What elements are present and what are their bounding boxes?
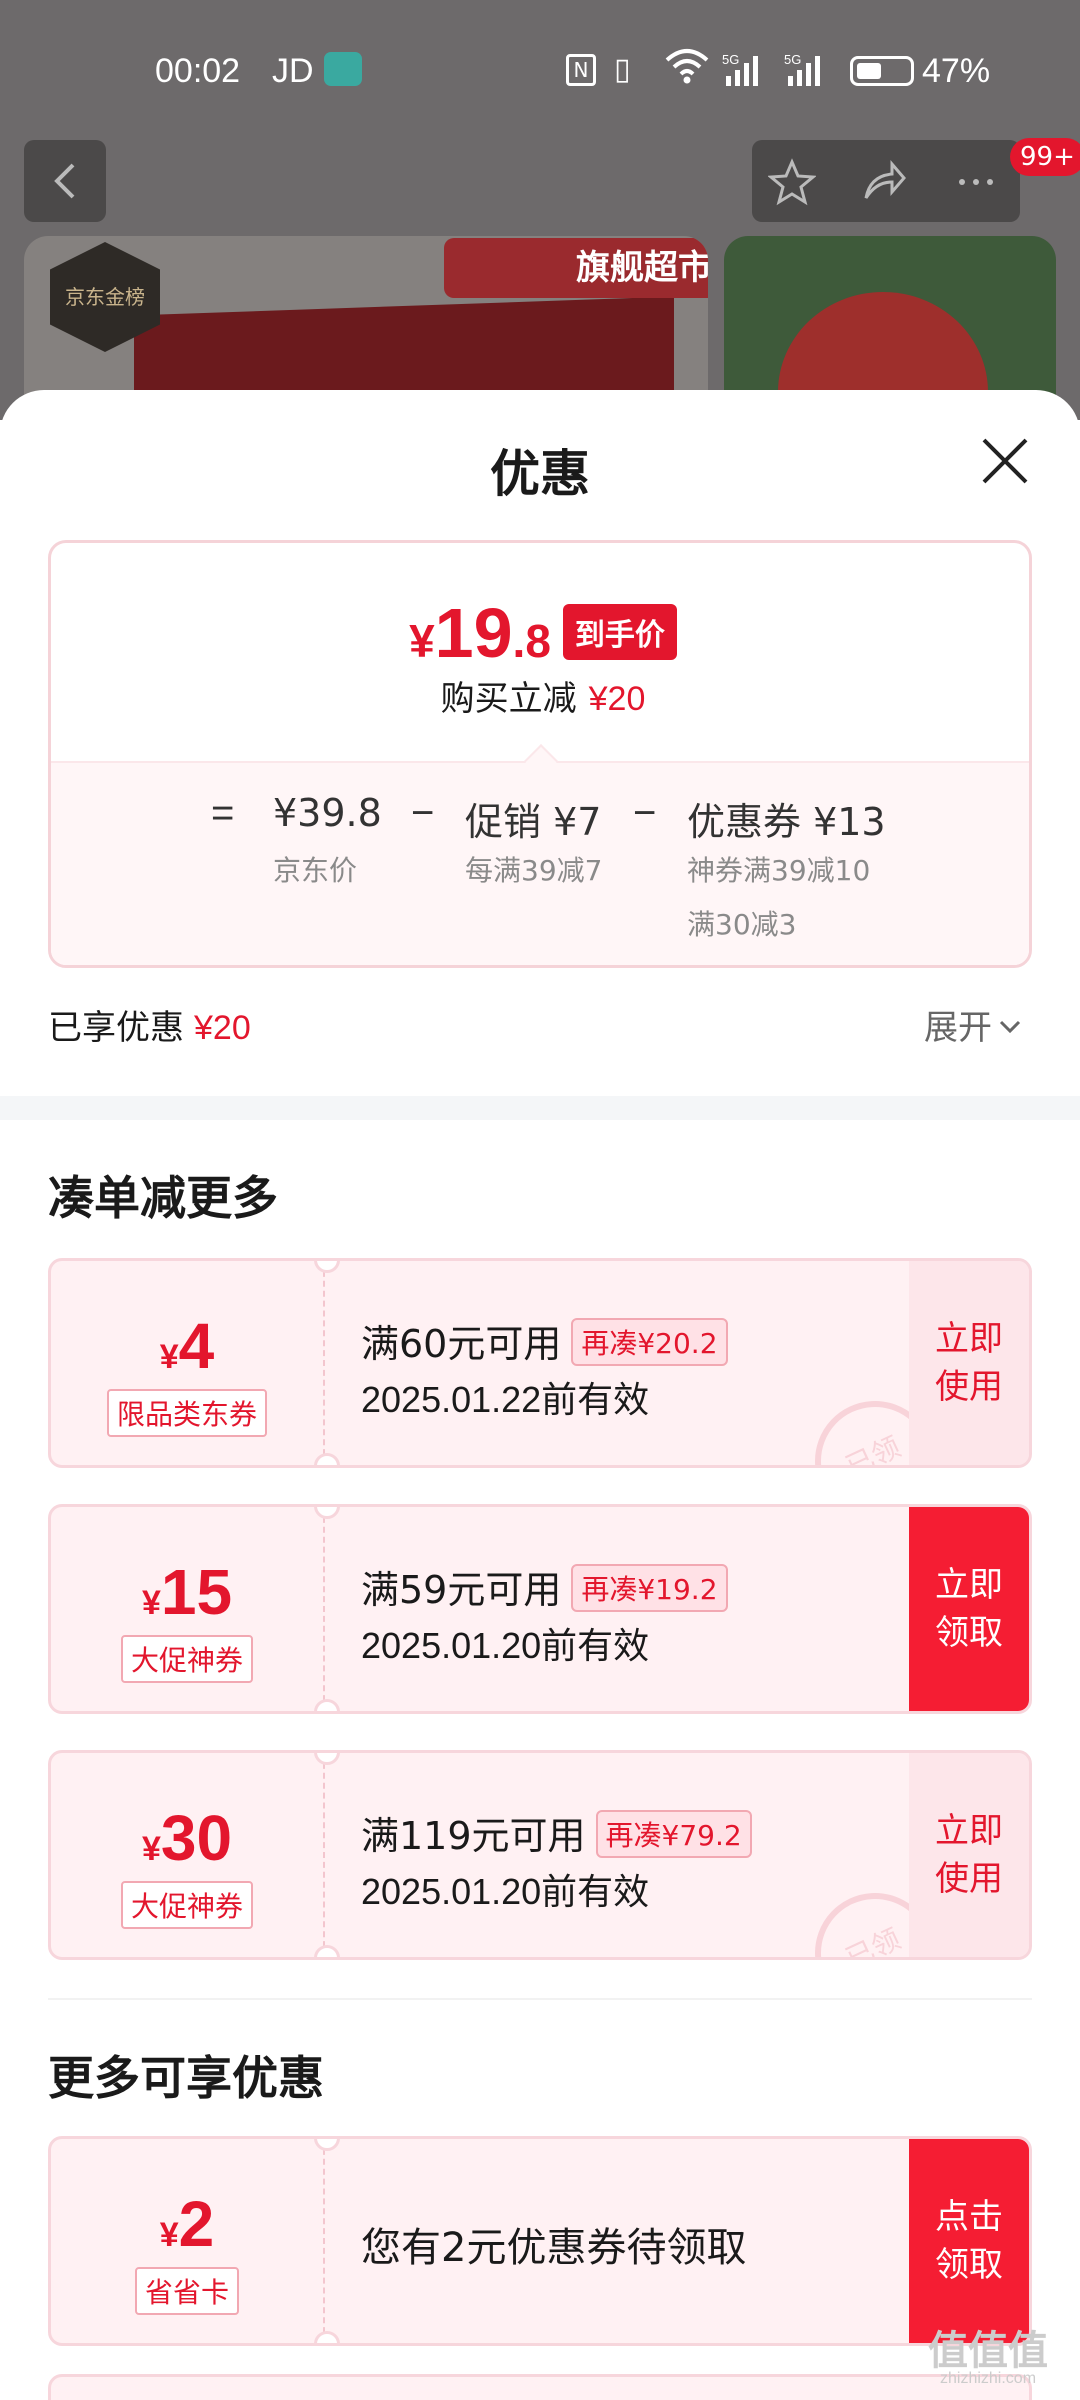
close-icon[interactable] [978,434,1032,488]
coupon-validity: 2025.01.20前有效 [361,1871,650,1912]
enjoyed-label: 已享优惠 [48,1008,184,1048]
final-price: ¥19.8 到手价 [51,593,1029,673]
coupon-type: 省省卡 [134,2267,239,2315]
coupon-separator [314,1261,340,1465]
expand-button[interactable]: 展开 [924,1000,1022,1049]
vibrate-icon: ▯ [614,52,631,87]
coupon-discount: 优惠券 ¥13 [687,800,886,844]
flagship-store-tag: 旗舰超市 [444,238,708,298]
coupon-condition: 满60元可用 [361,1322,562,1366]
product-page-background: 00:02 JD N ▯ 5G 5G 47% 99+ 京东金榜 旗舰超市 [0,0,1080,420]
price-breakdown: = ¥39.8 京东价 − 促销 ¥7 每满39减7 − 优惠券 ¥13 神券满… [51,761,1029,965]
instant-discount: 购买立减 ¥20 [51,671,1029,720]
promo-discount: 促销 ¥7 [465,800,602,844]
coupon-currency: ¥ [141,1830,161,1868]
watermark-url: zhizhizhi.com [940,2370,1037,2387]
coupon-type: 大促神券 [120,1881,253,1929]
final-price-tag: 到手价 [562,604,677,660]
instant-discount-amount: ¥20 [588,680,646,718]
price-currency: ¥ [409,615,435,667]
price-summary-card: ¥19.8 到手价 购买立减 ¥20 = ¥39.8 京东价 − 促销 ¥7 每满3… [48,540,1032,968]
battery-percentage: 47% [922,52,991,90]
minus-sign: − [411,791,435,835]
enjoyed-amount: ¥20 [194,1009,251,1047]
status-time: 00:02 [155,52,241,90]
equals-sign: = [211,791,235,835]
more-icon[interactable] [952,158,1000,206]
message-badge: 99+ [1010,138,1080,176]
saver-card-text: 您有2元优惠券待领取 [361,2225,747,2271]
nfc-icon: N [566,54,596,86]
instant-discount-label: 购买立减 [440,679,577,719]
coupon-amount: 15 [160,1556,233,1628]
back-button[interactable] [24,140,106,222]
use-now-button[interactable]: 立即 使用 [909,1261,1029,1465]
use-now-button[interactable]: 立即 使用 [909,1753,1029,1957]
coupon-amount: 2 [178,2188,215,2260]
discount-sheet: 优惠 ¥19.8 到手价 购买立减 ¥20 = ¥39.8 京东价 − 促销 ¥7 … [0,390,1080,2400]
enjoyed-discount: 已享优惠 ¥20 [48,1000,251,1049]
coupon-more-needed: 再凑¥19.2 [571,1564,728,1612]
coupon-left: ¥30 大促神券 [51,1753,323,1957]
star-icon[interactable] [768,158,816,206]
coupon-left: ¥2 省省卡 [51,2139,323,2343]
coupon-card[interactable]: ¥30 大促神券 满119元可用 再凑¥79.2 2025.01.20前有效 已领… [48,1750,1032,1960]
signal-5g-icon: 5G [722,52,758,86]
section-divider-thin [48,1998,1032,2000]
section-title-more-savings: 凑单减更多 [48,1171,278,1225]
coupon-separator [314,1753,340,1957]
chevron-left-icon [54,163,75,199]
coupon-type: 限品类东券 [106,1389,267,1437]
price-integer: 19 [434,594,513,672]
coupon-validity: 2025.01.22前有效 [361,1379,650,1420]
chevron-down-icon [999,1020,1021,1034]
jd-price-label: 京东价 [273,854,358,887]
status-carrier: JD [272,52,314,90]
saver-card-coupon[interactable]: ¥2 省省卡 您有2元优惠券待领取 点击 领取 [48,2136,1032,2346]
coupon-amount: 4 [178,1310,215,1382]
coupon-separator [314,2139,340,2343]
battery-icon [850,56,914,86]
coupon-card-partial[interactable] [48,2374,1032,2400]
coupon-discount-desc: 神券满39减10 [687,854,871,887]
claim-now-button[interactable]: 立即 领取 [909,1507,1029,1711]
section-title-extra-offers: 更多可享优惠 [48,2051,324,2105]
coupon-currency: ¥ [141,1584,161,1622]
coupon-validity: 2025.01.20前有效 [361,1625,650,1666]
jd-price: ¥39.8 [273,791,382,835]
coupon-currency: ¥ [159,2216,179,2254]
coupon-condition: 满119元可用 [361,1814,586,1858]
coupon-left: ¥4 限品类东券 [51,1261,323,1465]
coupon-amount: 30 [160,1802,233,1874]
coupon-more-needed: 再凑¥79.2 [595,1810,752,1858]
promo-discount-desc: 每满39减7 [465,854,603,887]
share-icon[interactable] [860,158,908,206]
wifi-icon [665,49,709,84]
section-divider [0,1096,1080,1120]
header-actions [752,140,1020,222]
coupon-left: ¥15 大促神券 [51,1507,323,1711]
status-bar: 00:02 JD N ▯ 5G 5G 47% [0,40,1080,110]
coupon-card[interactable]: ¥15 大促神券 满59元可用 再凑¥19.2 2025.01.20前有效 立即 … [48,1504,1032,1714]
svg-text:5G: 5G [722,52,739,67]
coupon-more-needed: 再凑¥20.2 [571,1318,728,1366]
coupon-currency: ¥ [159,1338,179,1376]
watermark: 值值值 [928,2328,1048,2374]
jd-app-icon [324,52,362,86]
expand-label: 展开 [924,1008,992,1048]
svg-text:5G: 5G [784,52,801,67]
coupon-condition: 满59元可用 [361,1568,562,1612]
minus-sign-2: − [633,791,657,835]
coupon-type: 大促神券 [120,1635,253,1683]
coupon-card[interactable]: ¥4 限品类东券 满60元可用 再凑¥20.2 2025.01.22前有效 已领 … [48,1258,1032,1468]
signal-5g-icon-2: 5G [784,52,820,86]
coupon-discount-desc-2: 满30减3 [687,908,797,941]
coupon-separator [314,1507,340,1711]
sheet-title: 优惠 [490,445,590,503]
price-decimal: .8 [512,615,551,667]
click-claim-button[interactable]: 点击 领取 [909,2139,1029,2343]
